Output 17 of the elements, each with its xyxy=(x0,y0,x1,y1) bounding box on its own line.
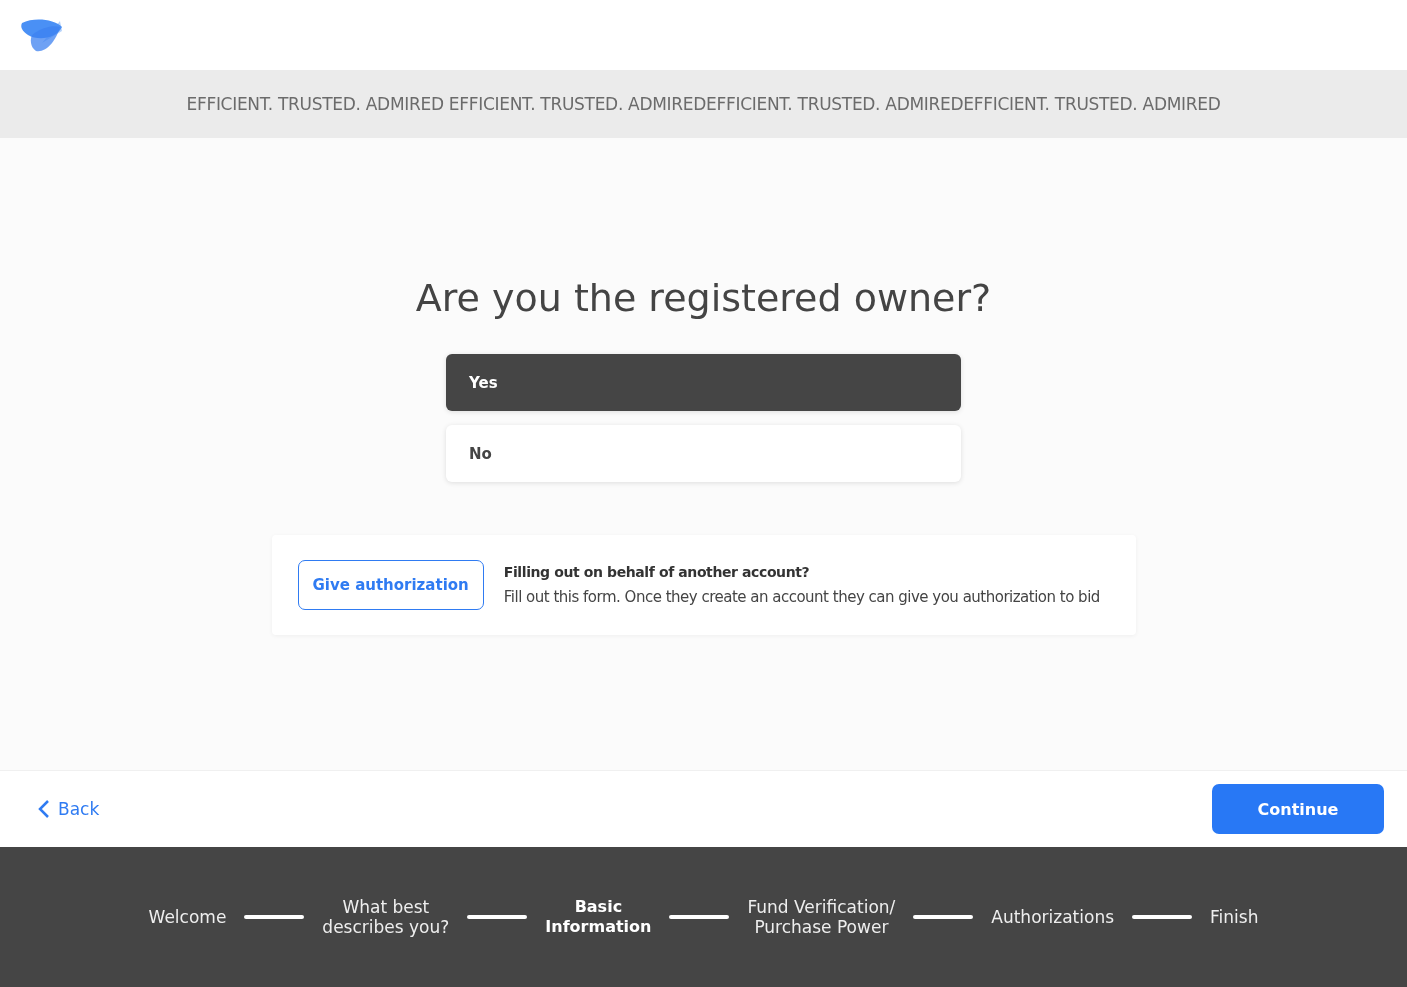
give-authorization-button[interactable]: Give authorization xyxy=(297,560,484,610)
card-text: Fill out this form. Once they create an account they can give you authorization to bid xyxy=(503,588,1100,606)
option-button[interactable]: Yes xyxy=(446,354,961,411)
progress-step: Authorizations xyxy=(991,907,1114,927)
tagline: EFFICIENT. TRUSTED. ADMIRED EFFICIENT. TRUSTED. ADMIREDEFFICIENT. TRUSTED. ADMIREDEFFICIENT. TRUSTED. ADMIRED xyxy=(186,94,1221,114)
question-heading: Are you the registered owner? xyxy=(415,276,992,320)
card-title: Filling out on behalf of another account? xyxy=(503,564,811,580)
progress-step: Basic Information xyxy=(545,897,652,937)
progress-step: Welcome xyxy=(148,907,227,927)
progress-step: Fund Verification/ Purchase Power xyxy=(747,897,896,937)
back-link[interactable]: Back xyxy=(38,799,100,819)
logo-icon[interactable] xyxy=(20,17,63,53)
progress-step: Finish xyxy=(1210,907,1259,927)
continue-button[interactable]: Continue xyxy=(1212,784,1384,834)
chevron-left-icon xyxy=(38,799,50,819)
option-button[interactable]: No xyxy=(446,425,961,482)
progress-step: What best describes you? xyxy=(322,897,450,937)
